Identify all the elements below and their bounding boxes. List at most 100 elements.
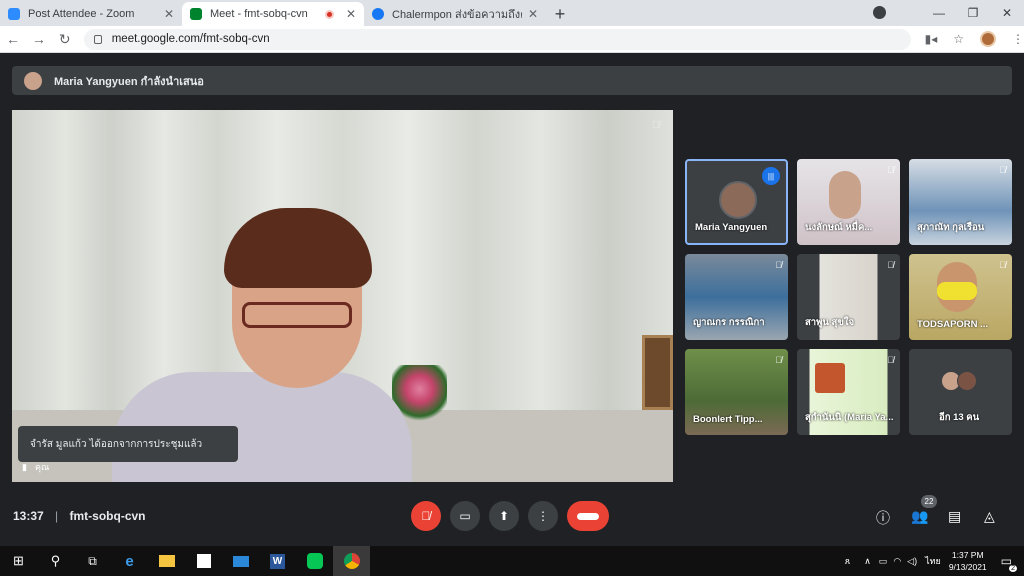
picture-frame [642,335,673,410]
participant-name: ญาณกร กรรณิกา [693,317,765,328]
participant-name: สุภาณัท กุลเรือน [917,222,985,233]
battery-icon[interactable]: ▭ [879,556,888,567]
activities-icon[interactable]: ◬ [984,508,995,525]
chevron-up-icon[interactable]: ∧ [864,556,871,567]
chrome-icon[interactable] [333,546,370,576]
mic-off-icon: 🎙̸ [652,119,660,131]
info-icon[interactable]: ⓘ [876,508,890,528]
notification-icon[interactable]: ▭ 2 [1001,554,1017,572]
participant-tile[interactable]: 🎙̸ Boonlert Tipp... [685,349,788,435]
more-participants-tile[interactable]: อีก 13 คน [909,349,1012,435]
facebook-icon [372,8,384,20]
forward-icon[interactable]: → [26,31,52,47]
participant-name: Maria Yangyuen [695,222,768,233]
presenting-text: Maria Yangyuen กำลังนำเสนอ [54,75,204,88]
volume-icon[interactable]: ◁) [907,556,917,567]
edge-icon[interactable]: e [111,546,148,576]
close-icon[interactable]: ✕ [346,7,356,21]
language-indicator[interactable]: ไทย [925,554,941,568]
present-button[interactable]: ⬆ [489,501,519,531]
avatar [719,181,757,219]
hangup-icon [577,512,599,520]
meet-control-bar: 13:37 | fmt-sobq-cvn 🎙̸ ▭ ⬆ ⋮ ⓘ 22 👥 ▤ ◬ [0,492,1024,540]
participant-count-badge: 22 [921,495,937,508]
tab-title: Meet - fmt-sobq-cvn [210,8,308,20]
tab-title: Post Attendee - Zoom [28,8,135,20]
people-tray-icon[interactable]: ጸ [845,556,850,567]
participant-tile[interactable]: 🎙̸ นงลักษณ์ หมื่ค... [797,159,900,245]
mic-off-icon: 🎙̸ [999,165,1006,175]
browser-tab-strip: Post Attendee - Zoom ✕ Meet - fmt-sobq-c… [0,0,1024,26]
slide-image [815,363,845,393]
tab-search-icon[interactable] [873,6,886,19]
clock[interactable]: 1:37 PM 9/13/2021 [949,549,987,573]
presenter-avatar [24,71,42,90]
lock-icon [93,34,102,44]
participant-tile[interactable]: 🎙̸ ญาณกร กรรณิกา [685,254,788,340]
close-icon[interactable]: ✕ [164,7,174,21]
participant-name: TODSAPORN ... [917,319,989,330]
browser-toolbar: ← → ↻ meet.google.com/fmt-sobq-cvn ▮◂ ☆ … [0,26,1024,53]
speaking-icon: ||| [762,167,780,185]
participant-name: Boonlert Tipp... [693,414,763,425]
participant-tile[interactable]: 🎙̸ TODSAPORN ... [909,254,1012,340]
address-bar[interactable]: meet.google.com/fmt-sobq-cvn [83,28,911,50]
file-explorer-icon[interactable] [148,546,185,576]
tab-title: Chalermpon ส่งข้อความถึงคุณ [392,9,522,21]
minimize-icon[interactable]: — [922,6,956,20]
start-button[interactable]: ⊞ [0,546,37,576]
main-video: 🎙̸ จำรัส มูลแก้ว ได้ออกจากการประชุมแล้ว … [12,110,673,482]
self-label: ▮ คุณ [22,460,49,474]
meeting-info: 13:37 | fmt-sobq-cvn [13,509,146,523]
meeting-time: 13:37 [13,509,44,523]
mic-off-icon: 🎙̸ [775,260,782,270]
participant-name: สาพูน สุขใจ [805,317,855,328]
participant-tile[interactable]: 🎙̸ สาพูน สุขใจ [797,254,900,340]
camera-icon[interactable]: ▮◂ [925,32,938,46]
mic-off-icon: 🎙̸ [999,260,1006,270]
reload-icon[interactable]: ↻ [52,31,78,48]
participant-tile[interactable]: ||| Maria Yangyuen [685,159,788,245]
leave-notification: จำรัส มูลแก้ว ได้ออกจากการประชุมแล้ว [18,426,238,462]
participant-tile[interactable]: 🎙̸ สุกำนันนิ (Maria Ya... [797,349,900,435]
task-view-icon[interactable]: ⧉ [74,546,111,576]
mask [937,282,977,300]
line-icon[interactable] [296,546,333,576]
url-text: meet.google.com/fmt-sobq-cvn [111,33,270,45]
participant-tile[interactable]: 🎙̸ สุภาณัท กุลเรือน [909,159,1012,245]
star-icon[interactable]: ☆ [953,32,964,46]
store-icon[interactable] [185,546,222,576]
search-icon[interactable]: ⚲ [37,546,74,576]
presenting-banner: Maria Yangyuen กำลังนำเสนอ [12,66,1012,95]
close-icon[interactable]: ✕ [528,7,538,21]
profile-avatar[interactable] [980,31,997,47]
pin-icon[interactable]: ▮ [22,462,27,473]
mic-off-icon: 🎙̸ [775,355,782,365]
restore-icon[interactable]: ❐ [956,6,990,20]
more-count: อีก 13 คน [939,412,980,423]
tab-zoom[interactable]: Post Attendee - Zoom ✕ [0,2,182,26]
mail-icon[interactable] [222,546,259,576]
close-window-icon[interactable]: ✕ [990,6,1024,20]
windows-icon: ⊞ [13,553,24,568]
more-options-button[interactable]: ⋮ [528,501,558,531]
notification-count: 2 [1009,565,1017,572]
video-person [829,171,861,219]
menu-icon[interactable]: ⋮ [1012,32,1024,46]
wifi-icon[interactable]: ◠ [893,556,901,567]
windows-taskbar: ⊞ ⚲ ⧉ e W ጸ ∧ ▭ ◠ ◁) ไทย 1:37 PM 9/13/20… [0,546,1024,576]
leave-call-button[interactable] [567,501,609,531]
mic-toggle-button[interactable]: 🎙̸ [411,501,441,531]
tab-meet[interactable]: Meet - fmt-sobq-cvn ✕ [182,2,364,26]
participant-name: สุกำนันนิ (Maria Ya... [805,412,894,423]
tab-facebook[interactable]: Chalermpon ส่งข้อความถึงคุณ ✕ [364,2,546,26]
word-icon[interactable]: W [259,546,296,576]
new-tab-button[interactable]: + [546,2,574,26]
people-icon[interactable]: 👥 [911,508,928,525]
camera-toggle-button[interactable]: ▭ [450,501,480,531]
participant-name: นงลักษณ์ หมื่ค... [805,222,873,233]
chat-icon[interactable]: ▤ [948,508,961,525]
back-icon[interactable]: ← [0,31,26,47]
avatar [957,371,977,391]
clock-date: 9/13/2021 [948,562,987,572]
